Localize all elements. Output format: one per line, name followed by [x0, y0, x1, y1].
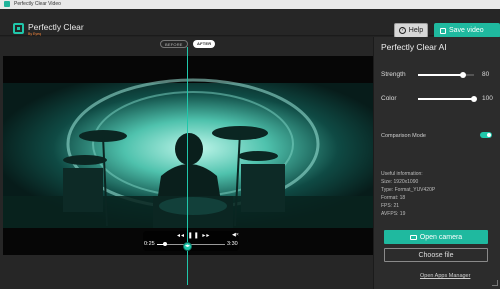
strength-slider-fill: [418, 74, 463, 76]
info-line: Format: 18: [381, 195, 406, 201]
open-apps-manager-link[interactable]: Open Apps Manager: [420, 273, 470, 279]
open-camera-button[interactable]: Open camera: [384, 230, 488, 244]
toggle-knob: [487, 133, 491, 137]
before-label: BEFORE: [160, 40, 188, 48]
choose-file-label: Choose file: [418, 251, 454, 259]
info-line: AVFPS: 19: [381, 211, 406, 217]
title-bar: Perfectly Clear Video: [0, 0, 500, 9]
header-bar: Perfectly Clear By Eyeq ? Help Save vide…: [0, 9, 500, 38]
settings-panel: Perfectly Clear AI Strength 80 Color 100…: [373, 37, 500, 289]
save-video-button[interactable]: Save video: [434, 23, 500, 38]
color-value: 100: [482, 95, 493, 102]
strength-slider-knob[interactable]: [459, 72, 466, 78]
total-time: 3:30: [227, 241, 238, 247]
camera-icon: [409, 234, 417, 240]
color-slider[interactable]: [418, 96, 477, 102]
logo-mark-icon: [13, 23, 24, 34]
video-viewer: BEFORE AFTER ◂◂ ❚❚ ▸▸ ◀× 0:25 3:30 ◂▸: [0, 37, 373, 289]
seek-bar-knob[interactable]: [163, 242, 168, 246]
app-icon: [4, 1, 10, 7]
color-slider-knob[interactable]: [471, 96, 477, 102]
video-frame[interactable]: ◂◂ ❚❚ ▸▸ ◀× 0:25 3:30: [3, 56, 373, 255]
info-block: Useful information: Size: 1920x1090 Type…: [381, 170, 435, 218]
color-slider-fill: [418, 98, 474, 100]
current-time: 0:25: [144, 241, 155, 247]
app-window: Perfectly Clear Video Perfectly Clear By…: [0, 0, 500, 289]
help-button-label: Help: [408, 27, 424, 34]
comparison-mode-label: Comparison Mode: [381, 133, 426, 139]
save-video-label: Save video: [449, 27, 484, 34]
playback-buttons[interactable]: ◂◂ ❚❚ ▸▸: [177, 232, 210, 239]
help-button[interactable]: ? Help: [394, 23, 428, 38]
color-label: Color: [381, 95, 397, 102]
help-icon: ?: [398, 27, 406, 34]
volume-icon[interactable]: ◀×: [232, 232, 239, 238]
choose-file-button[interactable]: Choose file: [384, 248, 488, 262]
info-line: Size: 1920x1090: [381, 179, 419, 185]
logo-subtitle: By Eyeq: [28, 32, 42, 36]
strength-label: Strength: [381, 71, 406, 78]
strength-value: 80: [482, 71, 490, 78]
resize-grip-icon[interactable]: [492, 280, 498, 286]
panel-title: Perfectly Clear AI: [381, 42, 447, 52]
divider-handle-icon[interactable]: ◂▸: [183, 242, 192, 251]
info-line: Type: Format_YUV420P: [381, 187, 436, 193]
after-label: AFTER: [193, 40, 216, 48]
strength-slider[interactable]: [418, 72, 474, 78]
open-camera-label: Open camera: [419, 233, 463, 241]
window-title: Perfectly Clear Video: [14, 1, 61, 7]
comparison-mode-toggle[interactable]: [480, 132, 492, 138]
info-line: FPS: 21: [381, 203, 400, 209]
save-icon: [440, 27, 446, 34]
info-line: Useful information:: [381, 171, 423, 177]
logo-name: Perfectly Clear: [28, 22, 84, 32]
video-image: [3, 56, 373, 255]
